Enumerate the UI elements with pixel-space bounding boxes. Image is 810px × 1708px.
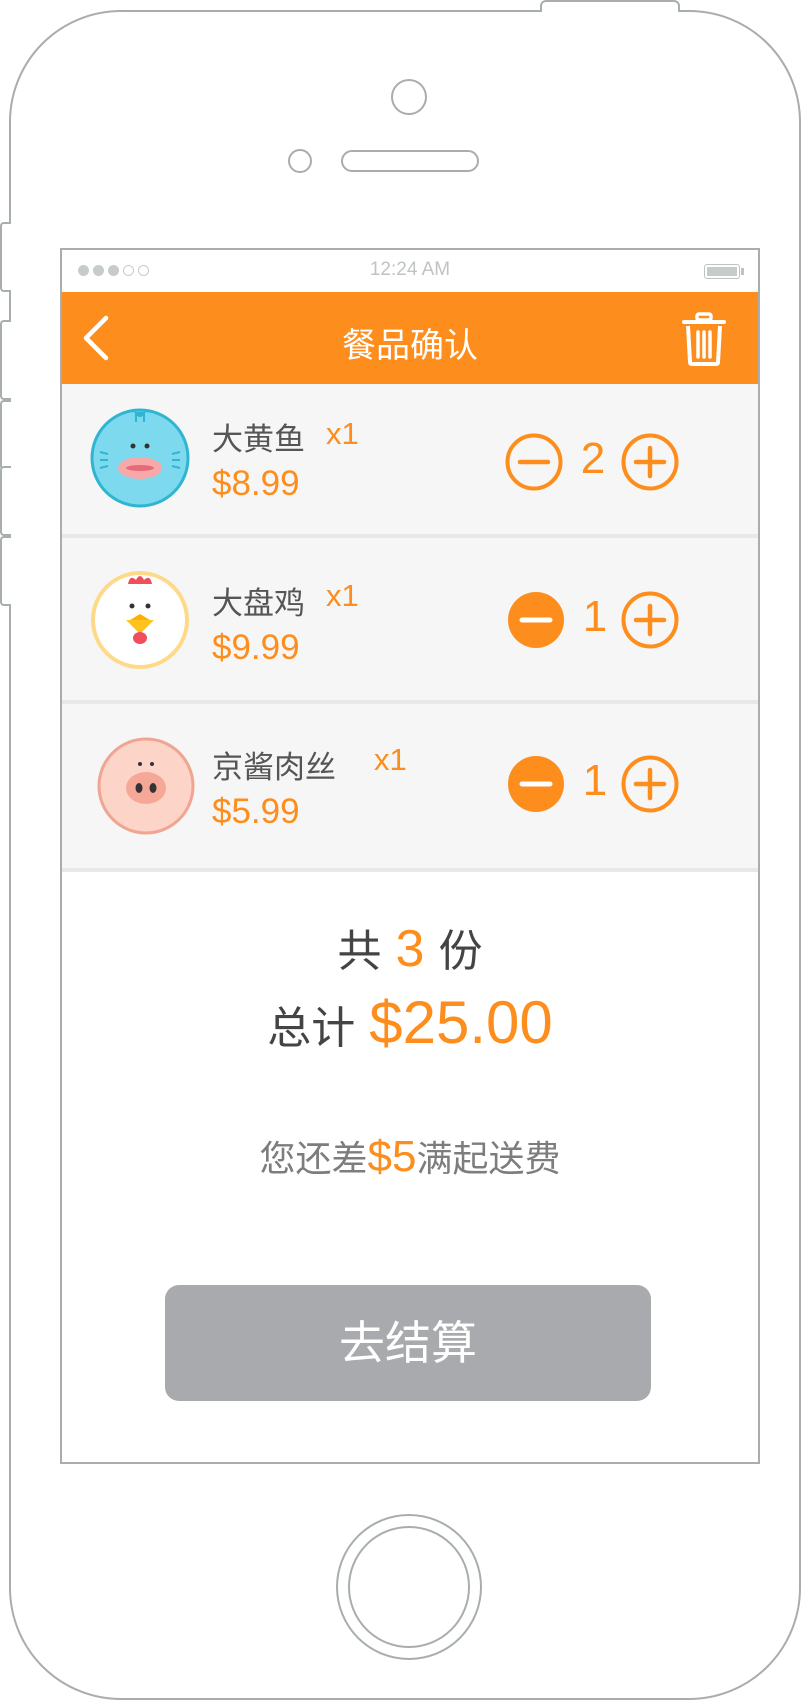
phone-volume-up bbox=[0, 320, 11, 400]
battery-cap bbox=[741, 268, 744, 275]
item-price: $8.99 bbox=[212, 464, 300, 503]
delivery-threshold-hint: 您还差$5满起送费 bbox=[62, 1130, 758, 1182]
item-quantity-tag: x1 bbox=[326, 416, 359, 451]
home-button-inner bbox=[348, 1526, 470, 1648]
fish-avatar-icon bbox=[90, 408, 190, 508]
total-prefix: 总计 bbox=[267, 1003, 356, 1054]
increase-quantity-button[interactable] bbox=[620, 432, 680, 492]
increase-quantity-button[interactable] bbox=[620, 754, 680, 814]
phone-side-button bbox=[0, 222, 11, 292]
hint-suffix: 满起送费 bbox=[416, 1139, 561, 1180]
cart-item-chicken: 大盘鸡 x1 $9.99 1 bbox=[62, 538, 758, 704]
cart-item-pig: 京酱肉丝 x1 $5.99 1 bbox=[62, 704, 758, 872]
total-count-line: 共 3 份 bbox=[62, 915, 758, 979]
decrease-quantity-button[interactable] bbox=[506, 754, 566, 814]
count-suffix: 份 bbox=[438, 926, 483, 977]
increase-quantity-button[interactable] bbox=[620, 590, 680, 650]
total-price-value: $25.00 bbox=[369, 989, 553, 1056]
status-bar: 12:24 AM bbox=[62, 250, 758, 292]
status-time: 12:24 AM bbox=[369, 259, 451, 280]
item-price: $5.99 bbox=[212, 792, 300, 831]
hint-value: $5 bbox=[367, 1132, 417, 1181]
decrease-quantity-button[interactable] bbox=[506, 590, 566, 650]
phone-volume-mid bbox=[0, 400, 11, 470]
chevron-left-icon bbox=[83, 315, 109, 361]
item-quantity-tag: x1 bbox=[326, 578, 359, 613]
decrease-quantity-button[interactable] bbox=[504, 432, 564, 492]
phone-volume-down bbox=[0, 466, 11, 536]
phone-sensor bbox=[288, 149, 312, 173]
phone-top-button bbox=[540, 0, 680, 12]
battery-fill bbox=[707, 267, 737, 276]
item-name: 大盘鸡 bbox=[212, 586, 305, 622]
item-count: 1 bbox=[582, 592, 608, 641]
cart-list: 大黄鱼 x1 $8.99 2 大盘鸡 x1 $9.99 1 京酱肉丝 x1 $5… bbox=[62, 384, 758, 872]
checkout-button[interactable]: 去结算 bbox=[165, 1285, 651, 1401]
nav-bar: 餐品确认 bbox=[62, 292, 758, 384]
clear-cart-button[interactable] bbox=[680, 312, 728, 366]
back-button[interactable] bbox=[78, 314, 118, 362]
item-name: 京酱肉丝 bbox=[212, 750, 336, 786]
pig-avatar-icon bbox=[97, 737, 195, 835]
item-count: 1 bbox=[582, 756, 608, 805]
item-name: 大黄鱼 bbox=[212, 422, 305, 458]
item-price: $9.99 bbox=[212, 628, 300, 667]
total-count-value: 3 bbox=[395, 920, 425, 978]
app-screen: 12:24 AM 餐品确认 大黄鱼 x1 $8.99 2 大盘鸡 x1 $9.9… bbox=[60, 248, 760, 1464]
home-button[interactable] bbox=[336, 1514, 482, 1660]
trash-icon bbox=[682, 312, 726, 366]
item-count: 2 bbox=[580, 434, 606, 483]
item-quantity-tag: x1 bbox=[374, 742, 407, 777]
phone-side-button-lower bbox=[0, 536, 11, 606]
page-title: 餐品确认 bbox=[342, 326, 478, 366]
hint-prefix: 您还差 bbox=[259, 1139, 368, 1180]
phone-camera bbox=[391, 79, 427, 115]
total-price-line: 总计 $25.00 bbox=[62, 988, 758, 1057]
cart-item-fish: 大黄鱼 x1 $8.99 2 bbox=[62, 384, 758, 538]
battery-icon bbox=[704, 264, 740, 279]
chicken-avatar-icon bbox=[91, 571, 189, 669]
phone-speaker bbox=[341, 150, 479, 172]
count-prefix: 共 bbox=[337, 926, 382, 977]
